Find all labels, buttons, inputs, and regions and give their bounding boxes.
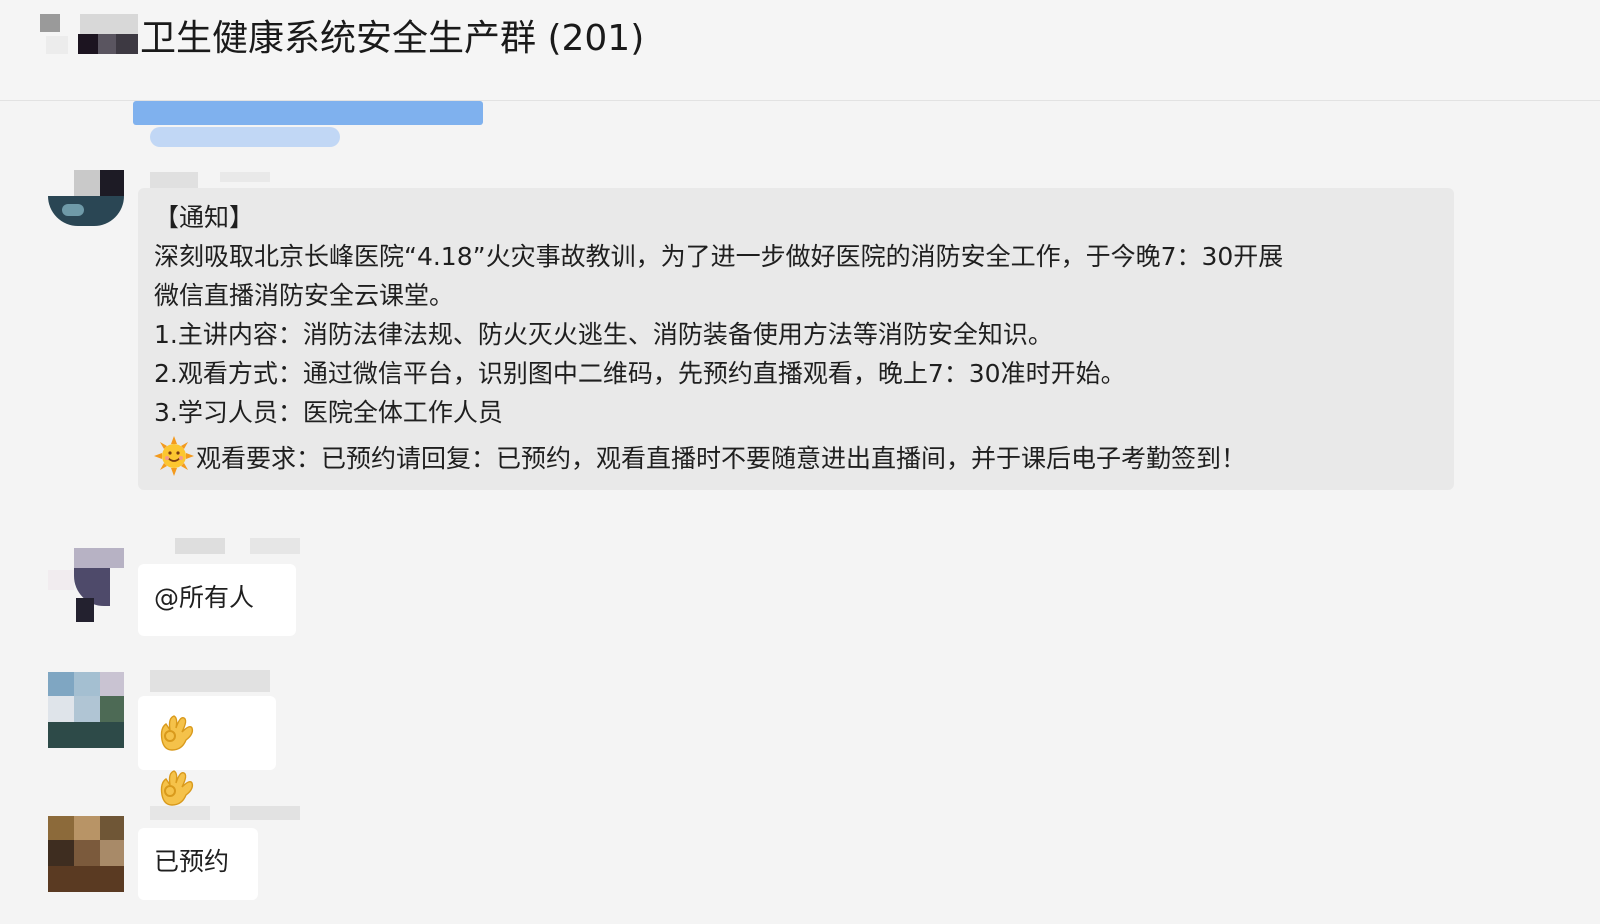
message-bubble: 已预约 [138,828,258,900]
ok-hand-icon [160,770,194,806]
sun-face-icon [154,436,194,476]
sender-name [150,806,300,826]
notice-line: 微信直播消防安全云课堂。 [154,281,455,310]
notice-heading: 【通知】 [154,203,255,232]
sender-name [150,670,270,692]
notice-line: 3.学习人员：医院全体工作人员 [154,398,503,427]
notice-requirement-text: 观看要求：已预约请回复：已预约，观看直播时不要随意进出直播间，并于课后电子考勤签… [196,444,1247,473]
group-avatar-icon[interactable] [36,12,140,60]
chat-title: 卫生健康系统安全生产群 (201) [140,18,645,59]
notice-line: 深刻吸取北京长峰医院“4.18”火灾事故教训，为了进一步做好医院的消防安全工作，… [154,242,1284,271]
notice-requirement-line: 观看要求：已预约请回复：已预约，观看直播时不要随意进出直播间，并于课后电子考勤签… [154,436,1438,478]
message-text: 已预约 [154,847,230,876]
avatar[interactable] [48,548,124,624]
pinned-message-bar[interactable] [133,101,483,125]
notice-line: 1.主讲内容：消防法律法规、防火灭火逃生、消防装备使用方法等消防安全知识。 [154,320,1053,349]
pinned-message-subbar [150,127,340,147]
message-bubble: @所有人 [138,564,296,636]
message-bubble [138,696,276,806]
ok-hand-icon [160,715,194,751]
avatar[interactable] [48,170,124,246]
notice-bubble: 【通知】 深刻吸取北京长峰医院“4.18”火灾事故教训，为了进一步做好医院的消防… [138,188,1454,490]
sender-name [150,538,300,558]
notice-line: 2.观看方式：通过微信平台，识别图中二维码，先预约直播观看，晚上7：30准时开始… [154,359,1126,388]
chat-header: 卫生健康系统安全生产群 (201) [0,0,1600,101]
avatar[interactable] [48,816,124,892]
avatar[interactable] [48,672,124,748]
message-text: @所有人 [154,583,255,612]
